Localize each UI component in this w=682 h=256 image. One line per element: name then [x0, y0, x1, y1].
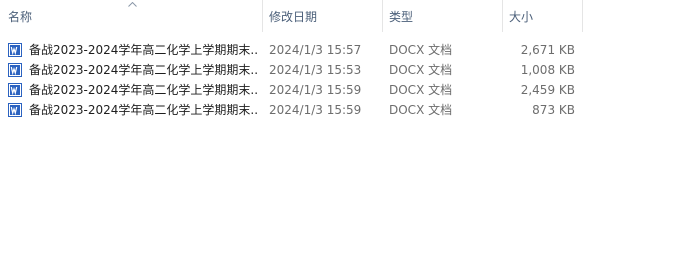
word-document-icon: [8, 103, 22, 117]
file-row[interactable]: 备战2023-2024学年高二化学上学期期末... 2024/1/3 15:57…: [0, 40, 682, 60]
file-type: DOCX 文档: [389, 63, 453, 77]
file-modified-date: 2024/1/3 15:59: [269, 103, 362, 117]
column-header-size[interactable]: 大小: [503, 0, 583, 32]
file-modified-date: 2024/1/3 15:57: [269, 43, 362, 57]
file-modified-date: 2024/1/3 15:59: [269, 83, 362, 97]
column-header-modified-label: 修改日期: [269, 9, 318, 24]
file-size: 1,008 KB: [520, 63, 575, 77]
file-type: DOCX 文档: [389, 43, 453, 57]
file-name[interactable]: 备战2023-2024学年高二化学上学期期末...: [29, 60, 259, 80]
column-header-modified[interactable]: 修改日期: [263, 0, 383, 32]
file-row[interactable]: 备战2023-2024学年高二化学上学期期末... 2024/1/3 15:53…: [0, 60, 682, 80]
file-size: 2,671 KB: [520, 43, 575, 57]
file-name[interactable]: 备战2023-2024学年高二化学上学期期末...: [29, 80, 259, 100]
file-modified-date: 2024/1/3 15:53: [269, 63, 362, 77]
word-document-icon: [8, 43, 22, 57]
file-list: 备战2023-2024学年高二化学上学期期末... 2024/1/3 15:57…: [0, 40, 682, 120]
file-name[interactable]: 备战2023-2024学年高二化学上学期期末...: [29, 100, 259, 120]
file-row[interactable]: 备战2023-2024学年高二化学上学期期末... 2024/1/3 15:59…: [0, 80, 682, 100]
file-size: 2,459 KB: [520, 83, 575, 97]
file-type: DOCX 文档: [389, 103, 453, 117]
column-header-name-label: 名称: [8, 9, 33, 24]
column-header-size-label: 大小: [509, 9, 534, 24]
column-header-name[interactable]: 名称: [0, 0, 263, 32]
file-type: DOCX 文档: [389, 83, 453, 97]
file-row[interactable]: 备战2023-2024学年高二化学上学期期末... 2024/1/3 15:59…: [0, 100, 682, 120]
word-document-icon: [8, 63, 22, 77]
column-header-row: 名称 修改日期 类型 大小: [0, 0, 682, 32]
file-size: 873 KB: [532, 103, 575, 117]
file-explorer-details-view: 名称 修改日期 类型 大小 备战2023-2024学年高二化学上学期期末... …: [0, 0, 682, 256]
column-header-type-label: 类型: [389, 9, 414, 24]
column-header-type[interactable]: 类型: [383, 0, 503, 32]
word-document-icon: [8, 83, 22, 97]
file-name[interactable]: 备战2023-2024学年高二化学上学期期末...: [29, 40, 259, 60]
